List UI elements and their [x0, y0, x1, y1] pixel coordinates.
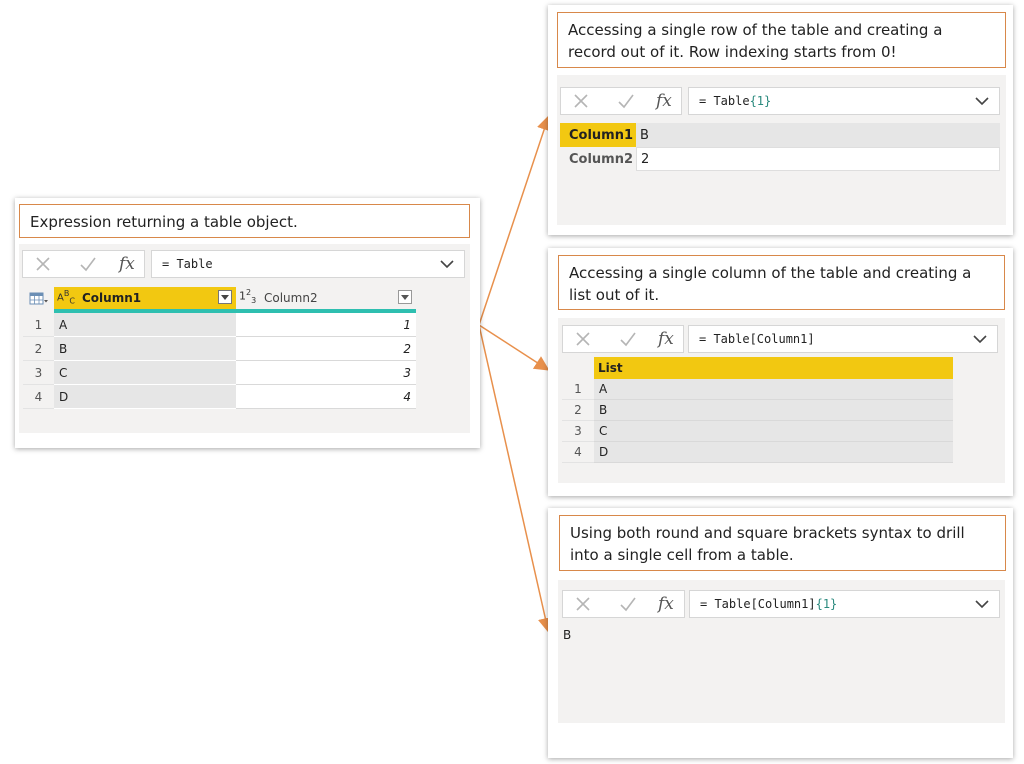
record-field-value[interactable]: 2: [636, 147, 1000, 171]
row-number: 4: [23, 385, 54, 409]
record-field-value[interactable]: B: [636, 123, 1000, 147]
table-cell[interactable]: A: [54, 313, 236, 337]
record-field-name: Column2: [560, 147, 636, 171]
fx-icon[interactable]: fx: [119, 254, 135, 274]
close-icon[interactable]: [575, 331, 591, 347]
formula-text: = Table {1}: [699, 94, 772, 108]
fx-icon[interactable]: fx: [656, 91, 672, 111]
table-cell[interactable]: 3: [236, 361, 416, 385]
row-number: 4: [562, 442, 594, 463]
record-panel: Accessing a single row of the table and …: [548, 5, 1013, 235]
check-icon[interactable]: [619, 331, 637, 347]
formula-input[interactable]: = Table: [151, 250, 465, 278]
formula-text: = Table: [162, 257, 213, 271]
row-number: 2: [23, 337, 54, 361]
record-callout: Accessing a single row of the table and …: [557, 12, 1006, 68]
formula-input[interactable]: = Table[Column1] {1}: [689, 590, 1000, 618]
chevron-down-icon[interactable]: [973, 334, 987, 344]
main-table-panel: Expression returning a table object. fx …: [15, 198, 480, 448]
formula-bar-icons: fx: [560, 87, 682, 115]
formula-bar-icons: fx: [562, 590, 685, 618]
formula-text: = Table[Column1] {1}: [700, 597, 838, 611]
column1-header[interactable]: ABC Column1: [54, 287, 236, 309]
close-icon[interactable]: [573, 93, 589, 109]
formula-bar-icons: fx: [22, 250, 145, 278]
main-callout: Expression returning a table object.: [19, 204, 470, 238]
column1-label: Column1: [82, 291, 142, 305]
chevron-down-icon[interactable]: [975, 599, 989, 609]
table-cell[interactable]: 4: [236, 385, 416, 409]
row-number: 1: [23, 313, 54, 337]
cell-callout: Using both round and square brackets syn…: [559, 515, 1006, 571]
formula-input[interactable]: = Table {1}: [688, 87, 1000, 115]
list-header[interactable]: List: [594, 357, 953, 379]
check-icon[interactable]: [617, 93, 635, 109]
chevron-down-icon[interactable]: [975, 96, 989, 106]
column2-label: Column2: [264, 291, 318, 305]
table-corner[interactable]: [23, 287, 54, 311]
row-number: 3: [562, 421, 594, 442]
cell-panel: Using both round and square brackets syn…: [548, 508, 1013, 758]
dropdown-icon[interactable]: [398, 290, 412, 304]
fx-icon[interactable]: fx: [658, 329, 674, 349]
type-abc-icon[interactable]: ABC: [57, 289, 75, 305]
list-item[interactable]: B: [594, 400, 953, 421]
list-item[interactable]: A: [594, 379, 953, 400]
table-cell[interactable]: C: [54, 361, 236, 385]
close-icon[interactable]: [575, 596, 591, 612]
list-corner: [562, 357, 594, 379]
close-icon[interactable]: [35, 256, 51, 272]
table-cell[interactable]: D: [54, 385, 236, 409]
list-callout: Accessing a single column of the table a…: [558, 255, 1005, 310]
row-number: 1: [562, 379, 594, 400]
table-icon[interactable]: [29, 292, 49, 306]
fx-icon[interactable]: fx: [658, 594, 674, 614]
dropdown-icon[interactable]: [218, 290, 232, 304]
check-icon[interactable]: [79, 256, 97, 272]
list-item[interactable]: C: [594, 421, 953, 442]
chevron-down-icon[interactable]: [440, 259, 454, 269]
table-cell[interactable]: 1: [236, 313, 416, 337]
row-number: 3: [23, 361, 54, 385]
list-panel: Accessing a single column of the table a…: [548, 248, 1013, 496]
formula-text: = Table[Column1]: [699, 332, 815, 346]
list-item[interactable]: D: [594, 442, 953, 463]
table-cell[interactable]: B: [54, 337, 236, 361]
check-icon[interactable]: [619, 596, 637, 612]
formula-bar-icons: fx: [562, 325, 684, 353]
table-cell[interactable]: 2: [236, 337, 416, 361]
cell-result[interactable]: B: [563, 628, 571, 642]
row-number: 2: [562, 400, 594, 421]
formula-input[interactable]: = Table[Column1]: [688, 325, 998, 353]
type-123-icon[interactable]: 123: [239, 288, 256, 305]
column2-header[interactable]: 123 Column2: [236, 287, 416, 309]
record-field-name: Column1: [560, 123, 636, 147]
